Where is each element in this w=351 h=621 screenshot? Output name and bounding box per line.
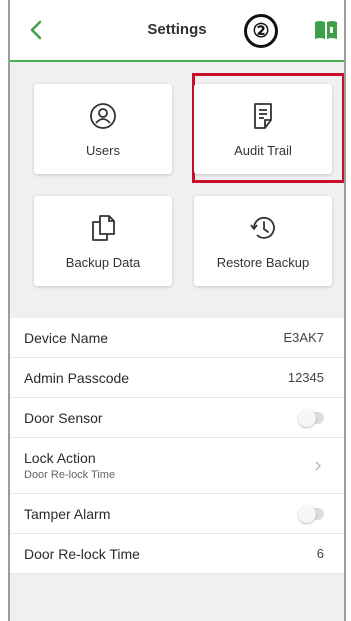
restore-backup-label: Restore Backup [216, 254, 310, 270]
backup-data-label: Backup Data [65, 254, 141, 270]
copy-icon [92, 214, 115, 241]
door-relock-time-value: 6 [316, 546, 324, 561]
door-sensor-toggle[interactable] [298, 408, 324, 427]
admin-passcode-value: 12345 [287, 370, 324, 385]
document-icon [254, 102, 272, 129]
tamper-alarm-toggle[interactable] [298, 504, 324, 523]
backup-data-button[interactable]: Backup Data [34, 196, 172, 286]
book-icon [315, 21, 337, 39]
history-icon [250, 216, 275, 239]
lock-action-row[interactable]: Lock Action Door Re-lock Time [10, 438, 344, 494]
settings-shortcuts: Users Audit Trail Backup Data Restore Ba… [10, 62, 344, 312]
admin-passcode-row[interactable]: Admin Passcode 12345 [10, 358, 344, 398]
restore-backup-button[interactable]: Restore Backup [194, 196, 332, 286]
device-name-value: E3AK7 [283, 330, 324, 345]
door-sensor-label: Door Sensor [24, 409, 103, 426]
users-label: Users [86, 142, 120, 158]
settings-list: Device Name E3AK7 Admin Passcode 12345 D… [10, 318, 344, 574]
step-number-badge: ② [244, 14, 278, 48]
audit-trail-button[interactable]: Audit Trail [194, 84, 332, 174]
device-name-label: Device Name [24, 329, 109, 346]
top-bar: Settings ② [10, 0, 344, 62]
page-title: Settings [147, 21, 207, 38]
lock-action-label: Lock Action [24, 450, 96, 466]
tamper-alarm-label: Tamper Alarm [24, 505, 111, 522]
chevron-right-icon [315, 461, 321, 470]
lock-action-text: Lock Action Door Re-lock Time [24, 450, 115, 481]
app-screen: Settings ② Users Audit Trail Backup Data… [8, 0, 346, 621]
manual-button[interactable] [313, 18, 339, 42]
door-relock-time-label: Door Re-lock Time [24, 545, 140, 562]
tamper-alarm-row: Tamper Alarm [10, 494, 344, 534]
device-name-row[interactable]: Device Name E3AK7 [10, 318, 344, 358]
users-button[interactable]: Users [34, 84, 172, 174]
door-relock-time-row[interactable]: Door Re-lock Time 6 [10, 534, 344, 574]
user-icon [90, 102, 116, 129]
toggle-knob [298, 408, 316, 427]
door-sensor-row: Door Sensor [10, 398, 344, 438]
lock-action-sublabel: Door Re-lock Time [24, 469, 116, 481]
toggle-knob [298, 504, 316, 523]
audit-trail-label: Audit Trail [234, 142, 292, 158]
admin-passcode-label: Admin Passcode [24, 369, 130, 386]
